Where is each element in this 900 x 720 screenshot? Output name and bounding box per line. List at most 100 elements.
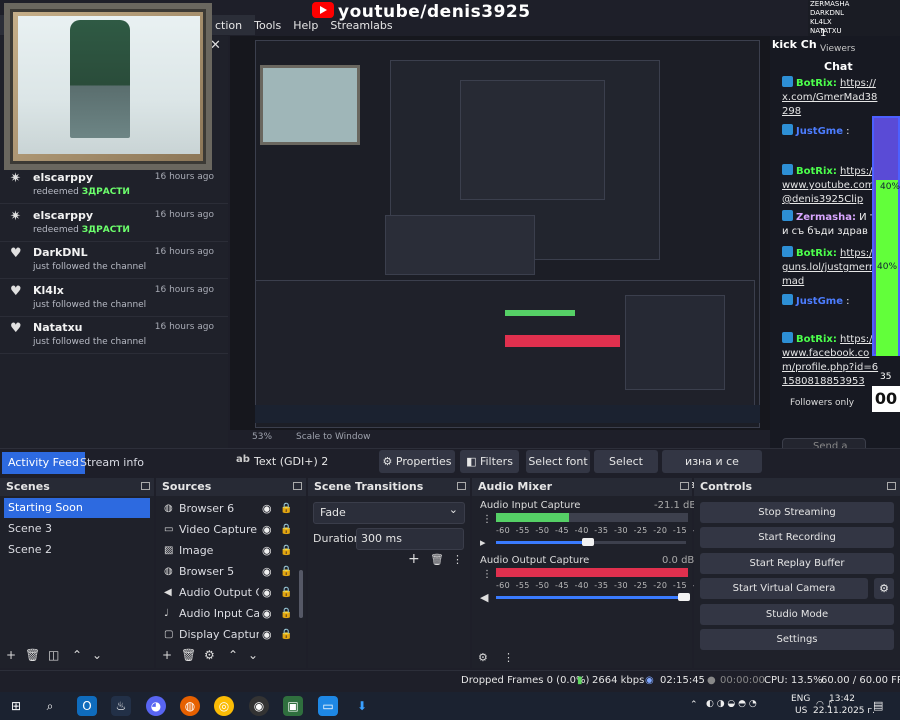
outlook-icon[interactable]: O — [77, 696, 97, 716]
chat-author[interactable]: BotRix: — [796, 166, 837, 177]
chat-author[interactable]: BotRix: — [796, 334, 837, 345]
firefox-icon[interactable]: ◍ — [180, 696, 200, 716]
eye-icon[interactable]: ◉ — [262, 603, 272, 624]
tray-app-icons[interactable]: ◐ ◑ ◒ ◓ ◔ — [706, 699, 757, 709]
sources-scrollbar[interactable] — [299, 570, 303, 618]
dock-float-icon[interactable] — [887, 482, 896, 490]
properties-button[interactable]: ⚙ Properties — [379, 450, 455, 473]
source-item[interactable]: ▢ Display Capture ◉ 🔒 — [158, 624, 298, 645]
text-value-field[interactable]: изна и се връщам — [662, 450, 762, 491]
tray-chevron-icon[interactable]: ⌃ — [690, 700, 698, 710]
transition-select[interactable]: Fade — [313, 500, 465, 524]
add-icon[interactable]: + — [408, 551, 420, 567]
chevron-down-icon[interactable]: ⌄ — [92, 648, 102, 662]
dock-float-icon[interactable] — [680, 482, 689, 490]
source-item[interactable]: ◍ Browser 6 ◉ 🔒 — [158, 498, 298, 519]
start-recording-button[interactable]: Start Recording — [700, 527, 894, 549]
steam-icon[interactable]: ♨ — [111, 696, 131, 716]
language-bottom[interactable]: US — [795, 706, 807, 716]
tab-stream-info[interactable]: Stream info — [74, 452, 150, 474]
eye-icon[interactable]: ◉ — [262, 624, 272, 645]
lock-icon[interactable]: 🔒 — [280, 519, 292, 540]
scale-mode[interactable]: Scale to Window — [296, 432, 370, 442]
scene-item[interactable]: Starting Soon — [4, 498, 150, 518]
menu-item-help[interactable]: Help — [293, 19, 318, 32]
select-color-button[interactable]: Select color — [594, 450, 658, 491]
source-item[interactable]: ◍ Browser 5 ◉ 🔒 — [158, 561, 298, 582]
dock-float-icon[interactable] — [141, 482, 150, 490]
more-icon[interactable]: ⋮ — [503, 651, 514, 664]
source-item[interactable]: ♩ Audio Input Captu ◉ 🔒 — [158, 603, 298, 624]
menu-item-ction[interactable]: ction — [215, 19, 242, 32]
store-icon[interactable]: ▣ — [283, 696, 303, 716]
eye-icon[interactable]: ◉ — [262, 582, 272, 603]
lock-icon[interactable]: 🔒 — [280, 540, 292, 561]
chevron-up-icon[interactable]: ⌃ — [72, 648, 82, 662]
discord-icon[interactable]: ◕ — [146, 696, 166, 716]
source-item[interactable]: ▨ Image ◉ 🔒 — [158, 540, 298, 561]
obs-icon[interactable]: ◉ — [249, 696, 269, 716]
lock-icon[interactable]: 🔒 — [280, 624, 292, 645]
chat-author[interactable]: JustGme — [796, 126, 843, 137]
chevron-down-icon[interactable]: ⌄ — [248, 648, 258, 662]
volume-knob[interactable] — [581, 538, 594, 546]
chevron-up-icon[interactable]: ⌃ — [228, 648, 238, 662]
trash-icon[interactable]: 🗑 — [25, 648, 40, 662]
language-top[interactable]: ENG — [791, 694, 810, 704]
more-icon[interactable]: ⋮ — [482, 569, 492, 580]
studio-mode-button[interactable]: Studio Mode — [700, 603, 894, 625]
eye-icon[interactable]: ◉ — [262, 519, 272, 540]
trash-icon[interactable]: 🗑 — [430, 553, 444, 566]
source-item[interactable]: ▭ Video Capture Dev ◉ 🔒 — [158, 519, 298, 540]
chat-author[interactable]: Zermasha: — [796, 212, 856, 223]
eye-icon[interactable]: ◉ — [262, 561, 272, 582]
add-icon[interactable]: + — [6, 648, 16, 662]
search-icon[interactable]: ⌕ — [40, 696, 60, 716]
preview-canvas[interactable] — [255, 40, 760, 428]
speaker-icon[interactable]: ◀ — [480, 591, 488, 604]
scene-item[interactable]: Scene 2 — [4, 540, 150, 560]
volume-knob[interactable] — [678, 593, 690, 601]
start-virtual-camera-button[interactable]: Start Virtual Camera — [700, 578, 868, 600]
menu-item-tools[interactable]: Tools — [254, 19, 281, 32]
zoom-level[interactable]: 53% — [252, 432, 272, 442]
window-icon[interactable]: ▭ — [318, 696, 338, 716]
duration-input[interactable]: 300 ms — [356, 528, 464, 550]
lock-icon[interactable]: 🔒 — [280, 561, 292, 582]
lock-icon[interactable]: 🔒 — [280, 582, 292, 603]
dock-float-icon[interactable] — [457, 482, 466, 490]
gear-icon[interactable]: ⚙ — [204, 648, 215, 662]
chrome-icon[interactable]: ◎ — [214, 696, 234, 716]
settings-button[interactable]: Settings — [700, 629, 894, 650]
dock-float-icon[interactable] — [293, 482, 302, 490]
more-icon[interactable]: ⋮ — [482, 514, 492, 525]
scene-item[interactable]: Scene 3 — [4, 519, 150, 539]
filters-button[interactable]: ◧ Filters — [460, 450, 519, 473]
mixer-settings-icon[interactable]: ⚙ — [478, 651, 488, 664]
gear-icon[interactable]: ⚙ — [874, 578, 894, 599]
lock-icon[interactable]: 🔒 — [280, 498, 292, 519]
lock-icon[interactable]: 🔒 — [280, 603, 292, 624]
eye-icon[interactable]: ◉ — [262, 540, 272, 561]
add-icon[interactable]: + — [162, 648, 172, 662]
select-font-button[interactable]: Select font — [526, 450, 590, 473]
filter-icon[interactable]: ◫ — [48, 648, 59, 662]
volume-slider[interactable] — [496, 596, 686, 599]
clock-time[interactable]: 13:42 — [829, 694, 855, 704]
start-replay-buffer-button[interactable]: Start Replay Buffer — [700, 552, 894, 574]
stop-streaming-button[interactable]: Stop Streaming — [700, 502, 894, 523]
download-icon[interactable]: ⬇ — [352, 696, 372, 716]
meter-score: 00 — [872, 386, 900, 412]
source-item[interactable]: ◀ Audio Output Cap ◉ 🔒 — [158, 582, 298, 603]
chat-author[interactable]: JustGme — [796, 296, 843, 307]
chat-author[interactable]: BotRix: — [796, 78, 837, 89]
windows-start-icon[interactable]: ⊞ — [6, 696, 26, 716]
microphone-icon[interactable]: ▸ — [480, 536, 486, 549]
clock-date[interactable]: 22.11.2025 г. — [813, 706, 875, 716]
chat-author[interactable]: BotRix: — [796, 248, 837, 259]
more-icon[interactable]: ⋮ — [452, 553, 463, 566]
eye-icon[interactable]: ◉ — [262, 498, 272, 519]
trash-icon[interactable]: 🗑 — [181, 648, 196, 662]
notification-icon[interactable]: ▤ — [873, 699, 883, 712]
tab-activity-feed[interactable]: Activity Feed — [2, 452, 85, 474]
